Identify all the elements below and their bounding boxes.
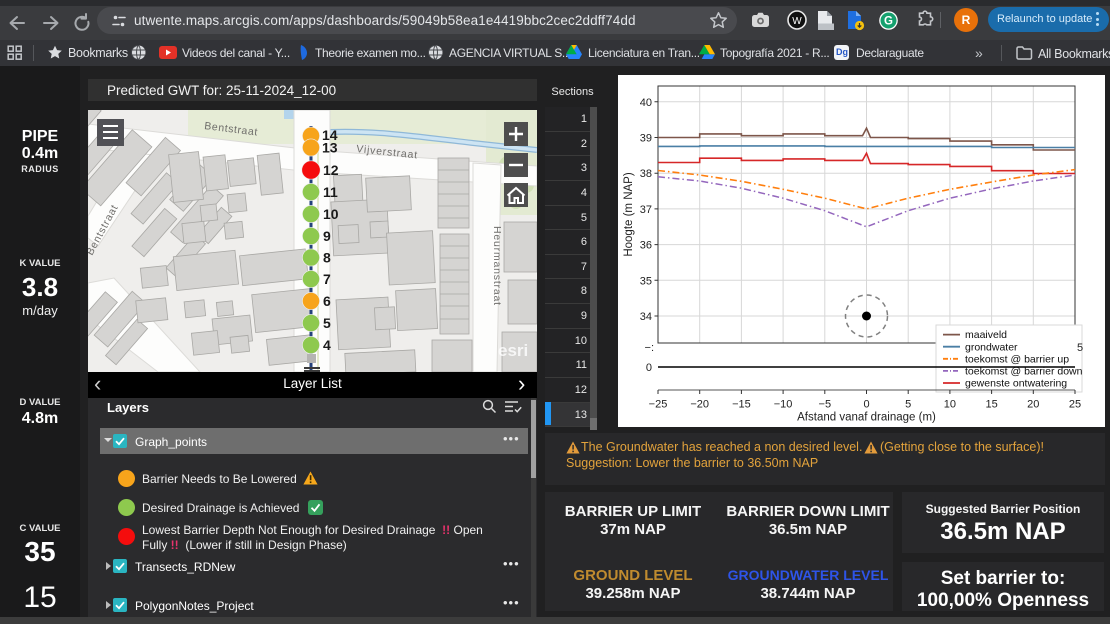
svg-text:−15: −15 — [732, 399, 751, 411]
svg-text:gewenste ontwatering: gewenste ontwatering — [965, 378, 1067, 390]
svg-text:maaiveld: maaiveld — [965, 329, 1007, 341]
svg-text:39: 39 — [640, 133, 652, 145]
svg-text:9: 9 — [323, 228, 331, 244]
svg-text:40: 40 — [640, 97, 652, 109]
svg-text:35: 35 — [640, 275, 652, 287]
svg-text:13: 13 — [322, 140, 338, 156]
svg-text:10: 10 — [944, 399, 956, 411]
svg-text:38: 38 — [640, 168, 652, 180]
svg-text:0: 0 — [646, 362, 652, 374]
svg-text:Afstand vanaf drainage (m): Afstand vanaf drainage (m) — [797, 412, 936, 424]
svg-text:G: G — [884, 16, 893, 28]
svg-text:0: 0 — [863, 399, 869, 411]
svg-text:15: 15 — [985, 399, 997, 411]
svg-text:−:: −: — [645, 342, 654, 354]
svg-text:grondwater: grondwater — [965, 341, 1018, 353]
svg-text:10: 10 — [323, 206, 339, 222]
svg-text:20: 20 — [1027, 399, 1039, 411]
svg-text:−25: −25 — [649, 399, 668, 411]
svg-text:8: 8 — [323, 250, 331, 266]
svg-text:−10: −10 — [774, 399, 793, 411]
svg-text:5: 5 — [323, 315, 331, 331]
svg-text:−20: −20 — [690, 399, 709, 411]
svg-text:11: 11 — [323, 184, 338, 200]
svg-text:Heurmanstraat: Heurmanstraat — [491, 226, 503, 306]
svg-text:toekomst @ barrier up: toekomst @ barrier up — [965, 353, 1069, 365]
svg-text:−5: −5 — [819, 399, 832, 411]
svg-text:12: 12 — [323, 162, 339, 178]
svg-text:34: 34 — [640, 311, 652, 323]
svg-text:4: 4 — [323, 337, 331, 353]
svg-text:5: 5 — [905, 399, 911, 411]
svg-text:7: 7 — [323, 271, 331, 287]
svg-text:25: 25 — [1069, 399, 1081, 411]
svg-text:6: 6 — [323, 293, 331, 309]
svg-text:esri: esri — [498, 341, 528, 360]
svg-text:37: 37 — [640, 204, 652, 216]
svg-text:36: 36 — [640, 240, 652, 252]
svg-text:5: 5 — [1077, 342, 1083, 354]
svg-text:W: W — [792, 16, 802, 27]
svg-text:Hoogte (m NAP): Hoogte (m NAP) — [623, 172, 635, 257]
